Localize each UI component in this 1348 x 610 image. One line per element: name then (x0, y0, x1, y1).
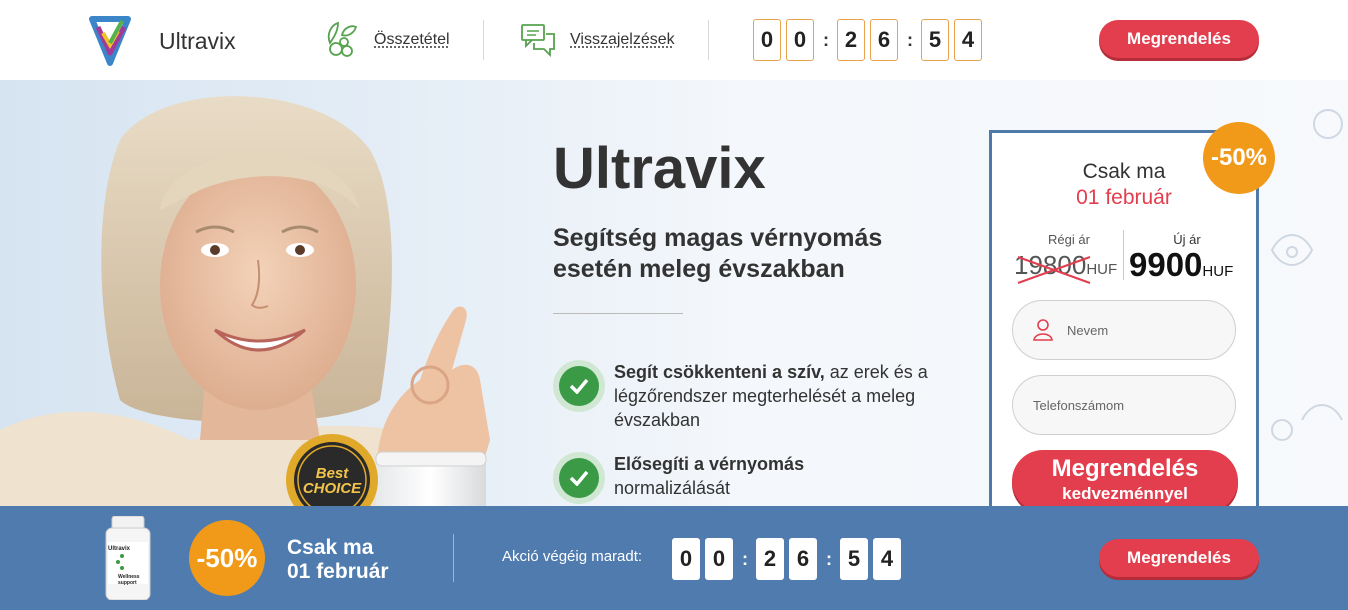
phone-placeholder: Telefonszámom (1033, 397, 1125, 413)
hero-title: Ultravix (553, 136, 766, 201)
timer-digit: 2 (837, 19, 865, 61)
new-price-value: 9900 (1129, 246, 1203, 283)
timer-colon: : (907, 29, 913, 50)
user-icon (1033, 319, 1053, 341)
bottom-discount-badge: -50% (189, 520, 265, 596)
nav-divider (708, 20, 709, 60)
timer-digit: 6 (870, 19, 898, 61)
bottle-sub-label: Wellness support (118, 574, 140, 586)
timer-colon: : (742, 548, 748, 569)
smiling-woman-photo (0, 96, 490, 506)
herbs-icon (327, 21, 358, 57)
seal-choice-text: CHOICE (302, 480, 362, 497)
timer-digit: 4 (873, 538, 901, 580)
timer-digit: 0 (753, 19, 781, 61)
benefit-text: Segít csökkenteni a szív, az erek és a l… (614, 360, 953, 432)
timer-digit: 6 (789, 538, 817, 580)
timer-digit: 0 (672, 538, 700, 580)
timer-digit: 0 (705, 538, 733, 580)
hero-subtitle: Segítség magas vérnyomás esetén meleg év… (553, 224, 883, 283)
timer-label: Akció végéig maradt: (502, 548, 643, 565)
timer-digit: 5 (921, 19, 949, 61)
old-price-label: Régi ár (1048, 232, 1090, 247)
benefit-text: Elősegíti a vérnyomás normalizálását (614, 452, 804, 504)
header-order-button[interactable]: Megrendelés (1099, 20, 1259, 58)
check-icon (553, 360, 605, 412)
bottom-offer-text: Csak ma 01 február (287, 536, 389, 584)
bottom-divider (453, 534, 454, 582)
brand-name: Ultravix (159, 28, 236, 54)
check-icon (553, 452, 605, 504)
timer-digit: 4 (954, 19, 982, 61)
strikethrough-mark (1017, 256, 1091, 284)
nav-divider (483, 20, 484, 60)
benefit-item: Elősegíti a vérnyomás normalizálását (553, 452, 953, 504)
best-choice-seal: Best CHOICE (300, 466, 364, 496)
timer-colon: : (826, 548, 832, 569)
nav-reviews-label[interactable]: Visszajelzések (570, 31, 675, 49)
bottom-countdown-timer: 0 0 : 2 6 : 5 4 (672, 538, 906, 580)
benefit-item: Segít csökkenteni a szív, az erek és a l… (553, 360, 953, 432)
sticky-offer-bar: Ultravix Wellness support -50% Csak ma 0… (0, 506, 1348, 610)
site-header: Ultravix Összetétel Visszajelzések 0 0 :… (0, 0, 1348, 80)
product-bottle (105, 516, 151, 600)
bottom-only-today: Csak ma (287, 536, 374, 559)
chat-bubbles-icon (521, 24, 555, 58)
benefit-bold: Elősegíti a vérnyomás (614, 454, 805, 474)
offer-date: 01 február (1076, 186, 1172, 209)
nav-reviews[interactable]: Visszajelzések (520, 20, 675, 60)
hero-section: Best CHOICE Ultravix Segítség magas vérn… (0, 80, 1348, 506)
nav-composition[interactable]: Összetétel (322, 20, 450, 60)
timer-digit: 0 (786, 19, 814, 61)
benefit-bold: Segít csökkenteni a szív, (614, 362, 825, 382)
cta-line1: Megrendelés (1051, 455, 1199, 482)
name-placeholder: Nevem (1067, 322, 1109, 338)
cta-line2: kedvezménnyel (1062, 484, 1188, 503)
price-divider (1123, 230, 1124, 280)
new-price-currency: HUF (1202, 263, 1234, 280)
bottom-date: 01 február (287, 560, 389, 583)
name-field[interactable]: Nevem (1012, 300, 1236, 360)
bottom-order-button[interactable]: Megrendelés (1099, 539, 1259, 577)
bottle-label: Ultravix (108, 546, 131, 552)
phone-field[interactable]: Telefonszámom (1012, 375, 1236, 435)
timer-digit: 5 (840, 538, 868, 580)
order-discount-button[interactable]: Megrendelés kedvezménnyel (1012, 450, 1238, 506)
countdown-timer: 0 0 : 2 6 : 5 4 (753, 19, 987, 61)
benefit-rest: normalizálását (614, 478, 731, 498)
hero-divider (553, 313, 683, 314)
nav-composition-label[interactable]: Összetétel (374, 31, 450, 49)
decorative-food-icons (1270, 109, 1343, 441)
new-price: 9900HUF (1129, 246, 1233, 284)
discount-badge: -50% (1203, 122, 1275, 194)
timer-colon: : (823, 29, 829, 50)
brand-logo[interactable] (88, 13, 132, 67)
new-price-label: Új ár (1173, 232, 1201, 247)
timer-digit: 2 (756, 538, 784, 580)
seal-best-text: Best (315, 465, 349, 482)
